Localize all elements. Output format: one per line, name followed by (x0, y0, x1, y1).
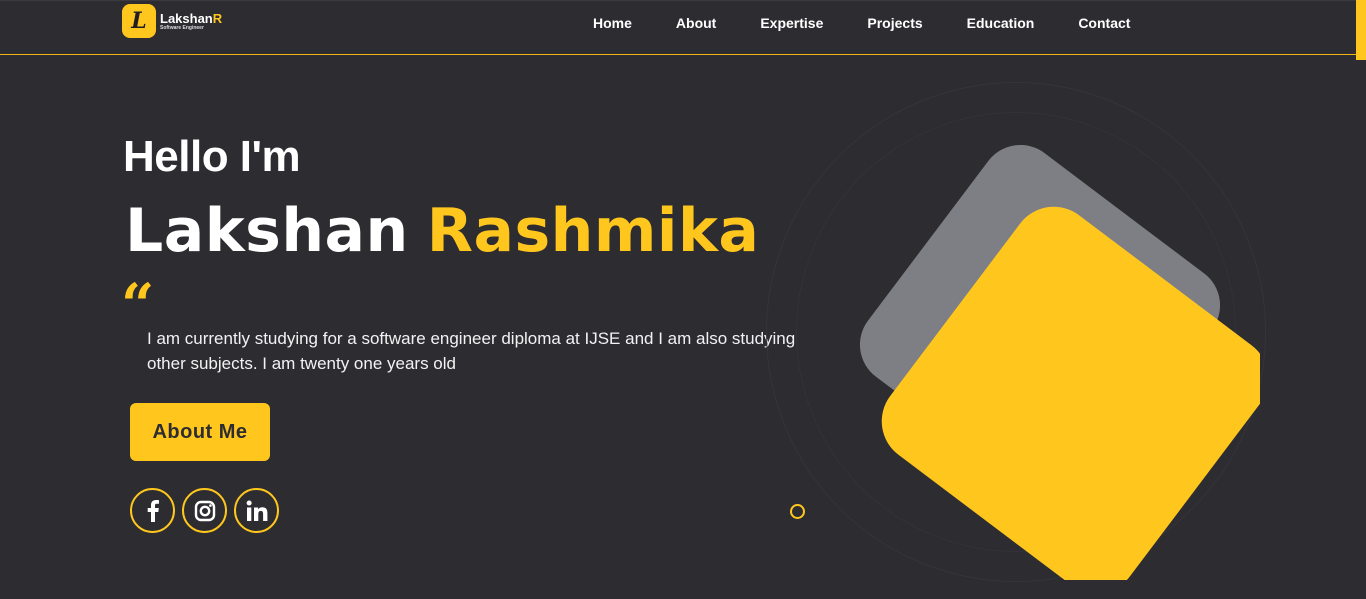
logo-badge: L (122, 4, 156, 38)
facebook-icon[interactable] (130, 488, 175, 533)
about-me-button[interactable]: About Me (130, 403, 270, 461)
logo[interactable]: L LakshanR Software Engineer (122, 4, 222, 38)
decorative-dot (790, 504, 805, 519)
main-nav: Home About Expertise Projects Education … (593, 15, 1174, 31)
scrollbar-thumb[interactable] (1356, 0, 1366, 60)
linkedin-icon[interactable] (234, 488, 279, 533)
hero-last-name: Rashmika (426, 196, 760, 266)
nav-about[interactable]: About (676, 15, 716, 31)
social-links (130, 488, 286, 533)
logo-name: LakshanR (160, 12, 222, 25)
logo-name-main: Lakshan (160, 10, 213, 26)
nav-projects[interactable]: Projects (867, 15, 922, 31)
nav-home[interactable]: Home (593, 15, 632, 31)
hero-first-name: Lakshan (125, 196, 409, 266)
site-header: L LakshanR Software Engineer Home About … (0, 0, 1366, 55)
nav-education[interactable]: Education (967, 15, 1035, 31)
nav-expertise[interactable]: Expertise (760, 15, 823, 31)
hero-bio: I am currently studying for a software e… (147, 329, 796, 373)
logo-text: LakshanR Software Engineer (160, 12, 222, 31)
instagram-icon[interactable] (182, 488, 227, 533)
hero-name: Lakshan Rashmika (125, 196, 759, 266)
profile-visual (859, 144, 1260, 580)
hero-greeting: Hello I'm (123, 132, 301, 181)
logo-name-accent: R (212, 10, 223, 26)
nav-contact[interactable]: Contact (1078, 15, 1130, 31)
logo-subtitle: Software Engineer (160, 24, 204, 31)
